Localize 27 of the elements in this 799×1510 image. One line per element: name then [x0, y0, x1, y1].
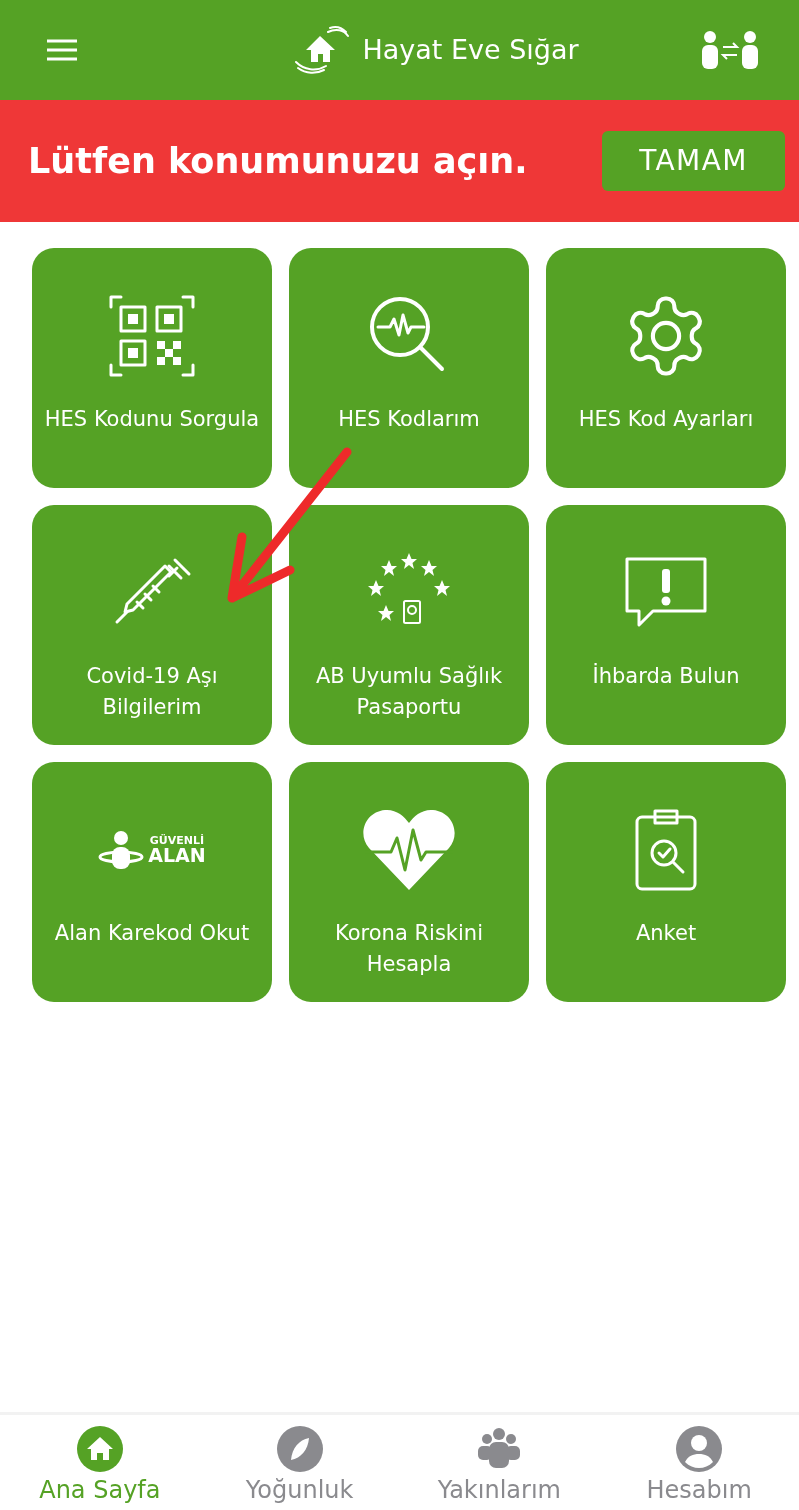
house-hands-icon: [294, 26, 351, 74]
app-title: Hayat Eve Sığar: [362, 32, 579, 67]
feature-tile[interactable]: HES Kodlarım: [289, 248, 529, 488]
nav-tab[interactable]: Yakınlarım: [409, 1425, 590, 1508]
account-icon: [676, 1425, 723, 1472]
person-ring-icon: [98, 830, 145, 870]
banner-message: Lütfen konumunuzu açın.: [28, 139, 528, 183]
nav-tab[interactable]: Ana Sayfa: [9, 1425, 190, 1508]
ok-button[interactable]: TAMAM: [602, 131, 785, 191]
feature-tile[interactable]: İhbarda Bulun: [546, 505, 786, 745]
feature-tile[interactable]: Covid-19 Aşı Bilgilerim: [32, 505, 272, 745]
logo-text: ALAN: [148, 846, 206, 865]
logo-text: GÜVENLİ: [148, 835, 206, 846]
compass-icon: [276, 1425, 323, 1472]
feature-tile[interactable]: HES Kodunu Sorgula: [32, 248, 272, 488]
nav-tab[interactable]: Yoğunluk: [209, 1425, 390, 1508]
feature-tile[interactable]: Korona Riskini Hesapla: [289, 762, 529, 1002]
qr-code-icon: [107, 293, 197, 379]
home-icon: [76, 1425, 123, 1472]
feature-tile[interactable]: HES Kod Ayarları: [546, 248, 786, 488]
swap-users-icon: [701, 30, 759, 70]
heart-pulse-icon: [361, 808, 457, 892]
feature-tile[interactable]: GÜVENLİ ALAN Alan Karekod Okut: [32, 762, 272, 1002]
feature-tile[interactable]: Anket: [546, 762, 786, 1002]
nav-tab[interactable]: Hesabım: [609, 1425, 790, 1508]
menu-icon: [47, 39, 77, 61]
feature-tile[interactable]: AB Uyumlu Sağlık Pasaportu: [289, 505, 529, 745]
